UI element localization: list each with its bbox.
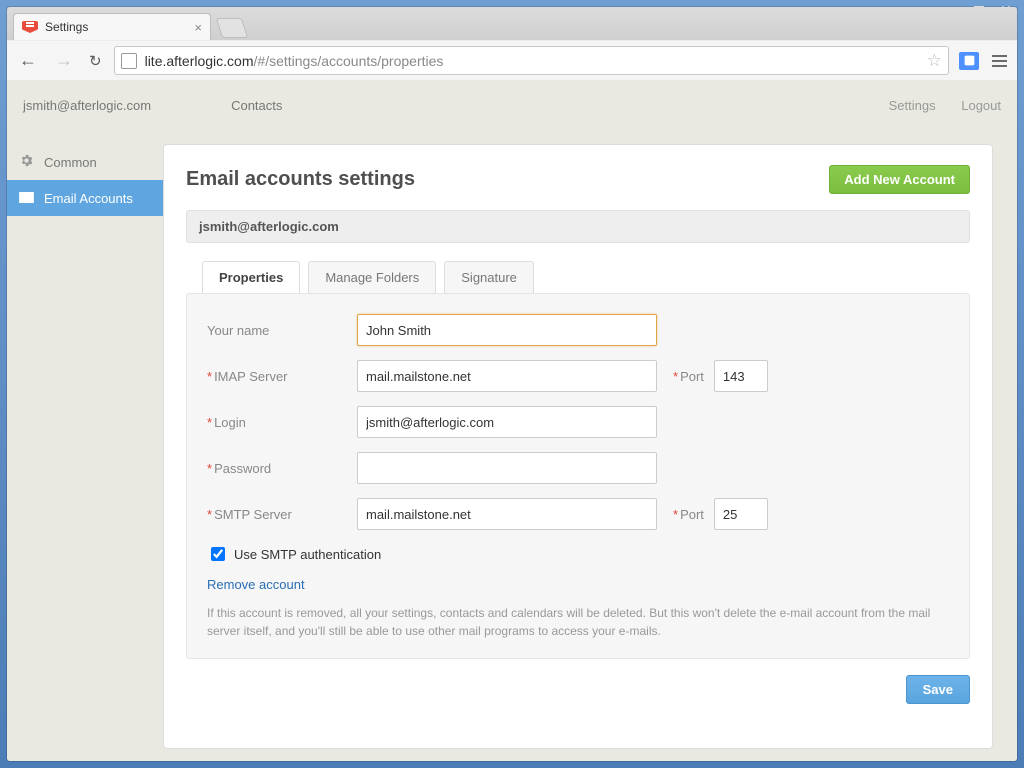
forward-button[interactable]: → [51,50,77,71]
tab-signature[interactable]: Signature [444,261,534,293]
url-host: lite.afterlogic.com [145,53,254,69]
mail-icon [22,21,38,33]
site-icon [121,53,137,69]
account-tabs: Properties Manage Folders Signature [202,261,970,293]
imap-server-input[interactable] [357,360,657,392]
imap-port-label: Port [673,369,704,384]
nav-contacts[interactable]: Contacts [231,98,282,113]
smtp-label: SMTP Server [207,507,357,522]
sidebar-item-common[interactable]: Common [7,144,163,180]
tab-properties[interactable]: Properties [202,261,300,293]
password-label: Password [207,461,357,476]
sidebar-item-label: Common [44,155,97,170]
password-input[interactable] [357,452,657,484]
name-input[interactable] [357,314,657,346]
settings-sidebar: Common Email Accounts [7,144,163,216]
app-topbar: jsmith@afterlogic.com Contacts Settings … [7,80,1017,130]
smtp-server-input[interactable] [357,498,657,530]
tab-title: Settings [45,20,88,34]
save-button[interactable]: Save [906,675,970,704]
new-tab-button[interactable] [216,18,248,38]
envelope-icon [19,191,34,206]
url-path: /#/settings/accounts/properties [254,53,444,69]
nav-settings[interactable]: Settings [889,98,936,113]
name-label: Your name [207,323,357,338]
account-selector[interactable]: jsmith@afterlogic.com [186,210,970,243]
imap-port-input[interactable] [714,360,768,392]
gear-icon [19,153,34,171]
extension-icon[interactable] [959,52,979,70]
settings-panel: Email accounts settings Add New Account … [163,144,993,749]
reload-button[interactable]: ↻ [87,52,104,70]
window-frame: ✕ Settings × ← → ↻ lite.afterlogic.com/#… [0,0,1024,768]
browser-tabstrip: Settings × [7,7,1017,40]
hamburger-icon [992,55,1007,67]
properties-form: Your name IMAP Server Port Login P [186,293,970,659]
account-email[interactable]: jsmith@afterlogic.com [23,98,151,113]
login-input[interactable] [357,406,657,438]
page-content: jsmith@afterlogic.com Contacts Settings … [7,80,1017,761]
tab-close-icon[interactable]: × [194,20,202,35]
tab-manage-folders[interactable]: Manage Folders [308,261,436,293]
nav-logout[interactable]: Logout [961,98,1001,113]
browser-window: Settings × ← → ↻ lite.afterlogic.com/#/s… [7,7,1017,761]
back-button[interactable]: ← [15,50,41,71]
remove-account-note: If this account is removed, all your set… [207,604,949,640]
browser-toolbar: ← → ↻ lite.afterlogic.com/#/settings/acc… [7,40,1017,81]
imap-label: IMAP Server [207,369,357,384]
remove-account-link[interactable]: Remove account [207,577,305,592]
smtp-port-label: Port [673,507,704,522]
sidebar-item-label: Email Accounts [44,191,133,206]
panel-title: Email accounts settings [186,168,415,191]
smtp-auth-label: Use SMTP authentication [234,547,381,562]
browser-tab[interactable]: Settings × [13,13,211,40]
login-label: Login [207,415,357,430]
smtp-port-input[interactable] [714,498,768,530]
add-account-button[interactable]: Add New Account [829,165,970,194]
bookmark-icon[interactable]: ☆ [927,51,942,71]
menu-button[interactable] [989,52,1009,70]
sidebar-item-email-accounts[interactable]: Email Accounts [7,180,163,216]
address-bar[interactable]: lite.afterlogic.com/#/settings/accounts/… [114,46,949,75]
smtp-auth-checkbox[interactable] [211,547,225,561]
